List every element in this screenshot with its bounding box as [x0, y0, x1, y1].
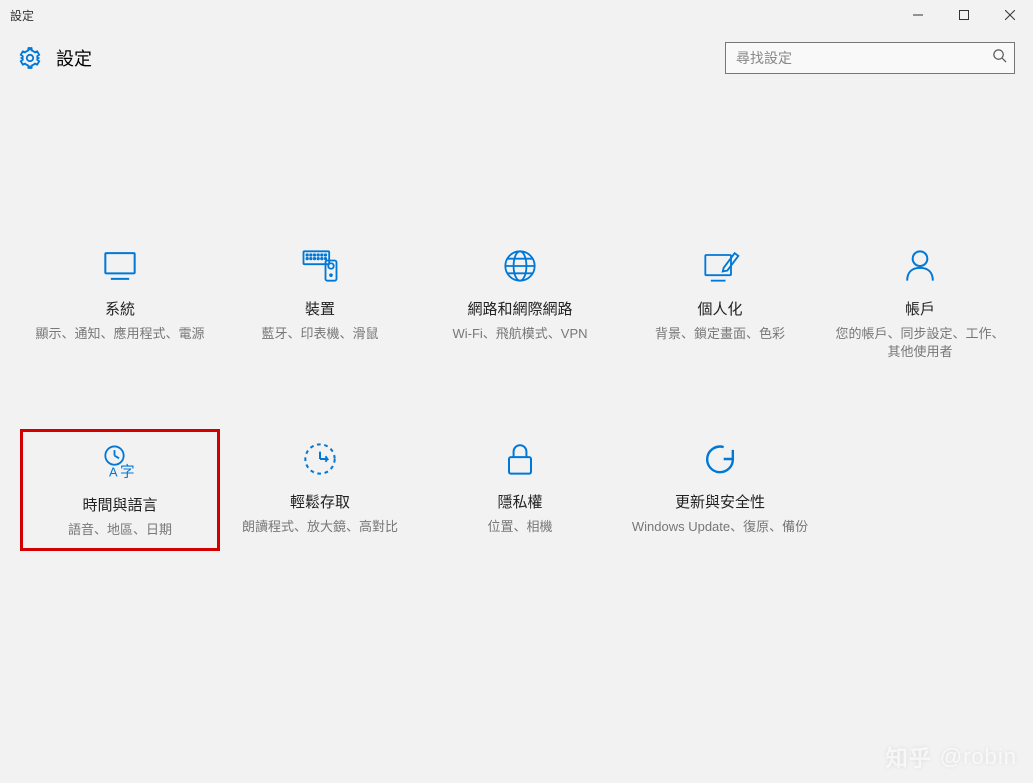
tile-privacy[interactable]: 隱私權 位置、相機	[420, 429, 620, 550]
privacy-icon	[498, 437, 542, 481]
tile-devices[interactable]: 裝置 藍牙、印表機、滑鼠	[220, 236, 420, 369]
update-security-icon	[698, 437, 742, 481]
window-controls	[895, 0, 1033, 30]
tile-personalization[interactable]: 個人化 背景、鎖定畫面、色彩	[620, 236, 820, 369]
settings-grid-container: 系統 顯示、通知、應用程式、電源 裝置 藍牙、印表機、滑鼠	[0, 86, 1033, 551]
settings-grid: 系統 顯示、通知、應用程式、電源 裝置 藍牙、印表機、滑鼠	[20, 236, 1013, 551]
titlebar: 設定	[0, 0, 1033, 30]
window-title: 設定	[8, 7, 34, 24]
tile-title: 帳戶	[905, 298, 935, 319]
tile-title: 網路和網際網路	[467, 298, 572, 319]
tile-title: 裝置	[305, 298, 335, 319]
tile-desc: 您的帳戶、同步設定、工作、其他使用者	[824, 325, 1016, 361]
tile-title: 時間與語言	[82, 494, 157, 515]
watermark-user: @robin	[940, 744, 1017, 770]
personalization-icon	[698, 244, 742, 288]
tile-desc: 背景、鎖定畫面、色彩	[649, 325, 791, 343]
network-icon	[498, 244, 542, 288]
tile-desc: 位置、相機	[481, 518, 558, 536]
maximize-button[interactable]	[941, 0, 987, 30]
devices-icon	[298, 244, 342, 288]
tile-update-security[interactable]: 更新與安全性 Windows Update、復原、備份	[620, 429, 820, 550]
watermark: 知乎 @robin	[886, 741, 1017, 773]
header: 設定	[0, 30, 1033, 86]
tile-accounts[interactable]: 帳戶 您的帳戶、同步設定、工作、其他使用者	[820, 236, 1020, 369]
ease-of-access-icon	[298, 437, 342, 481]
tile-desc: Wi-Fi、飛航模式、VPN	[446, 325, 593, 343]
tile-title: 更新與安全性	[675, 491, 765, 512]
svg-text:A: A	[109, 465, 118, 480]
tile-desc: 顯示、通知、應用程式、電源	[29, 325, 210, 343]
search-box	[725, 42, 1015, 74]
tile-title: 系統	[105, 298, 135, 319]
svg-text:字: 字	[120, 464, 135, 481]
tile-desc: 語音、地區、日期	[62, 521, 178, 539]
close-button[interactable]	[987, 0, 1033, 30]
zhihu-logo: 知乎	[886, 741, 932, 773]
tile-title: 個人化	[697, 298, 742, 319]
page-title: 設定	[56, 45, 92, 71]
minimize-button[interactable]	[895, 0, 941, 30]
tile-time-language[interactable]: A 字 時間與語言 語音、地區、日期	[20, 429, 220, 550]
accounts-icon	[898, 244, 942, 288]
tile-title: 隱私權	[497, 491, 542, 512]
tile-desc: 藍牙、印表機、滑鼠	[255, 325, 384, 343]
search-input[interactable]	[725, 42, 1015, 74]
tile-title: 輕鬆存取	[290, 491, 350, 512]
system-icon	[98, 244, 142, 288]
tile-ease-of-access[interactable]: 輕鬆存取 朗讀程式、放大鏡、高對比	[220, 429, 420, 550]
tile-desc: Windows Update、復原、備份	[626, 518, 814, 536]
tile-system[interactable]: 系統 顯示、通知、應用程式、電源	[20, 236, 220, 369]
time-language-icon: A 字	[98, 440, 142, 484]
tile-desc: 朗讀程式、放大鏡、高對比	[236, 518, 404, 536]
tile-network[interactable]: 網路和網際網路 Wi-Fi、飛航模式、VPN	[420, 236, 620, 369]
gear-icon	[18, 46, 42, 70]
